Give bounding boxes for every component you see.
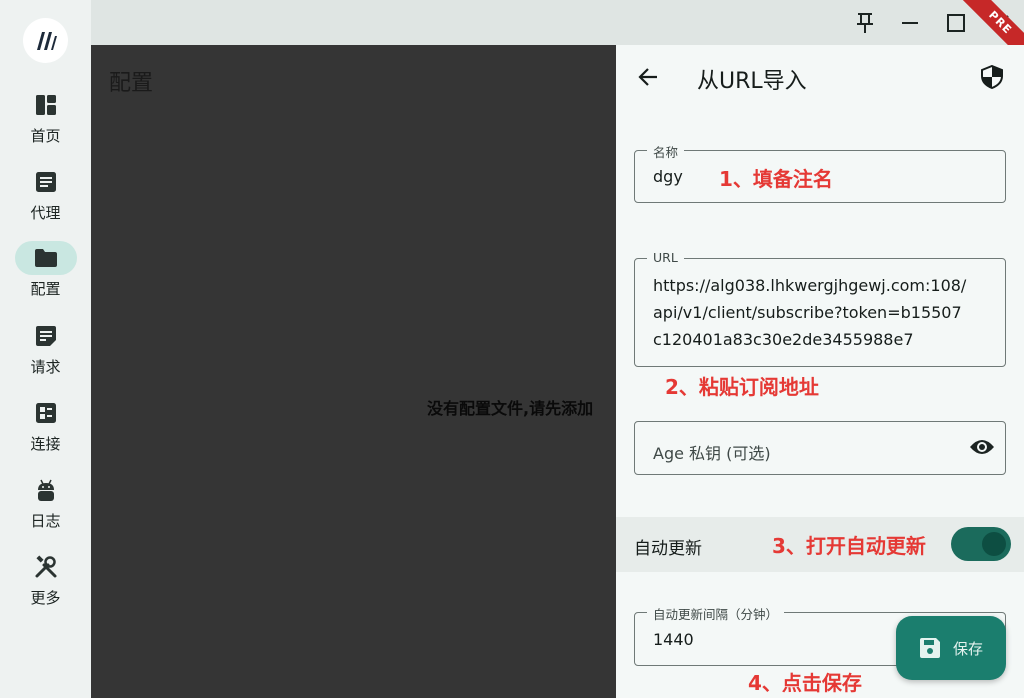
back-button[interactable] <box>634 63 662 91</box>
notes-icon <box>35 326 56 346</box>
annotation-step3: 3、打开自动更新 <box>772 534 926 558</box>
title-bar: PRE <box>91 0 1024 66</box>
visibility-toggle-button[interactable] <box>969 437 995 461</box>
sidebar-item-connections[interactable]: 连接 <box>0 396 91 466</box>
annotation-step2: 2、粘贴订阅地址 <box>665 375 819 399</box>
pin-button[interactable] <box>850 8 880 38</box>
save-button[interactable]: 保存 <box>896 616 1006 680</box>
sidebar-item-label: 首页 <box>30 127 61 145</box>
url-line: api/v1/client/subscribe?token=b15507 <box>653 303 962 322</box>
eye-icon <box>970 440 994 454</box>
name-field-value: dgy <box>653 167 683 186</box>
sidebar: 首页 代理 配置 请求 连接 日志 更多 <box>0 0 91 698</box>
annotation-step4: 4、点击保存 <box>748 671 862 695</box>
save-button-label: 保存 <box>952 639 983 658</box>
tools-icon <box>35 555 56 578</box>
article-icon <box>35 172 56 192</box>
interval-field-label: 自动更新间隔（分钟） <box>647 604 785 623</box>
age-private-key-field[interactable]: Age 私钥 (可选) <box>634 421 1006 475</box>
page-title: 配置 <box>109 71 154 96</box>
sidebar-item-logs[interactable]: 日志 <box>0 473 91 543</box>
pin-icon <box>857 13 873 33</box>
maximize-button[interactable] <box>941 8 971 38</box>
grid-icon <box>35 403 56 423</box>
url-line: c120401a83c30e2de3455988e7 <box>653 330 914 349</box>
save-icon <box>919 638 940 658</box>
sidebar-item-requests[interactable]: 请求 <box>0 319 91 389</box>
panel-title: 从URL导入 <box>697 69 807 94</box>
sidebar-item-more[interactable]: 更多 <box>0 550 91 620</box>
auto-update-label: 自动更新 <box>634 539 702 559</box>
name-field-label: 名称 <box>647 142 685 161</box>
sidebar-item-config[interactable]: 配置 <box>0 241 91 311</box>
sidebar-item-label: 配置 <box>30 280 61 298</box>
shield-icon <box>981 65 1003 89</box>
main-content: 配置 没有配置文件,请先添加 <box>91 45 616 698</box>
app-logo <box>23 18 68 63</box>
import-from-url-panel: 从URL导入 名称 dgy 1、填备注名 URL https://alg038.… <box>616 45 1024 698</box>
sidebar-item-home[interactable]: 首页 <box>0 88 91 158</box>
android-icon <box>37 479 54 501</box>
sidebar-item-label: 请求 <box>30 358 61 376</box>
age-private-key-placeholder: Age 私钥 (可选) <box>653 444 771 463</box>
sidebar-item-label: 代理 <box>30 204 61 222</box>
switch-knob <box>982 532 1006 556</box>
dashboard-icon <box>35 95 56 115</box>
minimize-icon <box>902 22 918 24</box>
logo-icon <box>36 31 57 50</box>
interval-field-value: 1440 <box>653 630 694 649</box>
annotation-step1: 1、填备注名 <box>719 167 833 191</box>
empty-state-message: 没有配置文件,请先添加 <box>427 399 594 418</box>
folder-icon <box>34 249 57 267</box>
url-line: https://alg038.lhkwergjhgewj.com:108/ <box>653 276 967 295</box>
auto-update-row: 自动更新 3、打开自动更新 <box>616 517 1024 572</box>
minimize-button[interactable] <box>895 8 925 38</box>
maximize-icon <box>947 14 965 32</box>
auto-update-switch[interactable] <box>951 527 1011 561</box>
sidebar-item-proxy[interactable]: 代理 <box>0 165 91 235</box>
sidebar-item-label: 更多 <box>30 589 61 607</box>
sidebar-item-label: 日志 <box>30 512 61 530</box>
sidebar-item-label: 连接 <box>30 435 61 453</box>
url-field-label: URL <box>647 250 684 265</box>
url-field[interactable]: URL https://alg038.lhkwergjhgewj.com:108… <box>634 250 1006 367</box>
arrow-back-icon <box>638 68 657 86</box>
shield-button[interactable] <box>978 63 1006 91</box>
